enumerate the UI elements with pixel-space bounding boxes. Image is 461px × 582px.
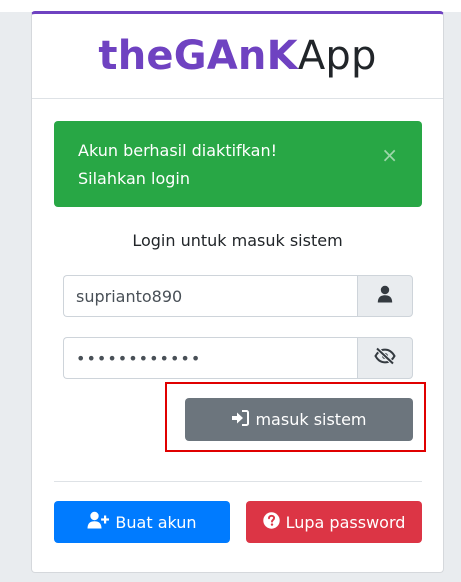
login-message: Login untuk masuk sistem	[132, 231, 343, 250]
register-label: Buat akun	[115, 512, 197, 532]
page: theGAnKApp Akun berhasil diaktifkan! Sil…	[0, 0, 461, 582]
forgot-label: Lupa password	[285, 512, 406, 532]
divider	[54, 481, 422, 482]
username-group	[63, 275, 413, 317]
login-card: theGAnKApp Akun berhasil diaktifkan! Sil…	[31, 11, 444, 573]
password-input[interactable]	[63, 337, 357, 379]
user-icon	[377, 285, 393, 307]
success-alert: Akun berhasil diaktifkan! Silahkan login…	[54, 121, 422, 207]
sign-in-icon	[231, 409, 255, 430]
card-header: theGAnKApp	[32, 14, 443, 99]
alert-line-2: Silahkan login	[78, 169, 190, 188]
brand-light-text: App	[297, 33, 377, 79]
alert-line-1: Akun berhasil diaktifkan!	[78, 141, 278, 160]
password-toggle[interactable]	[357, 337, 413, 379]
user-plus-icon	[87, 511, 115, 533]
eye-slash-icon	[374, 347, 396, 369]
app-brand[interactable]: theGAnKApp	[98, 36, 376, 76]
alert-close-icon[interactable]: ×	[381, 145, 398, 165]
submit-label: masuk sistem	[255, 410, 367, 429]
register-button[interactable]: Buat akun	[54, 501, 230, 543]
username-addon	[357, 275, 413, 317]
username-input[interactable]	[63, 275, 357, 317]
password-group	[63, 337, 413, 379]
brand-bold-text: theGAnK	[98, 33, 298, 79]
submit-button[interactable]: masuk sistem	[185, 398, 413, 441]
question-circle-icon	[262, 511, 286, 533]
forgot-password-button[interactable]: Lupa password	[246, 501, 422, 543]
